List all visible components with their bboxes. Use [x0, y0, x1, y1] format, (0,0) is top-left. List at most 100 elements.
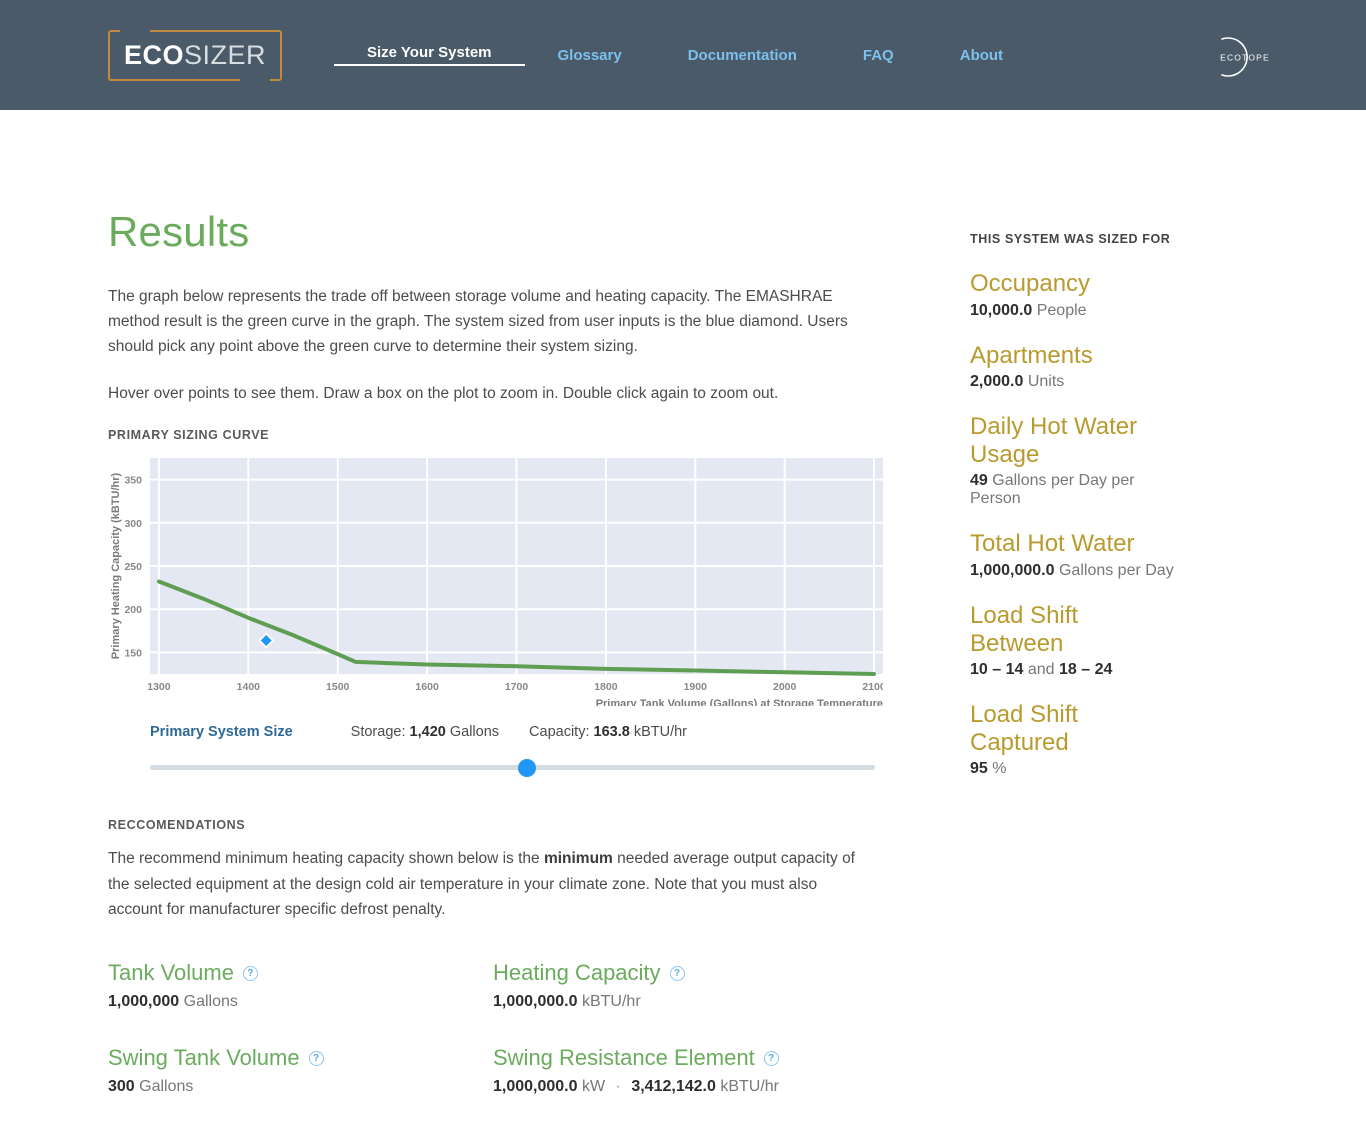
recommendations-grid: Tank Volume ? 1,000,000 Gallons Heating …	[108, 960, 878, 1096]
chart-x-tick-label: 1900	[684, 681, 708, 693]
rec-text-part1: The recommend minimum heating capacity s…	[108, 850, 544, 867]
swing-tank-volume-label: Swing Tank Volume	[108, 1045, 300, 1071]
hint-paragraph: Hover over points to see them. Draw a bo…	[108, 381, 856, 406]
result-value: 1,000,000.0 kW · 3,412,142.0 kBTU/hr	[493, 1078, 878, 1096]
load-shift-range-1: 10 – 14	[970, 661, 1023, 678]
load-shift-captured-unit: %	[992, 760, 1006, 777]
chart-x-tick-label: 1800	[594, 681, 618, 693]
logo-text: ECOSIZER	[124, 40, 266, 71]
result-value: 1,000,000 Gallons	[108, 993, 493, 1011]
result-swing-resistance-element: Swing Resistance Element ? 1,000,000.0 k…	[493, 1045, 878, 1096]
swing-resistance-unit-kw: kW	[582, 1078, 605, 1095]
capacity-value: 163.8	[594, 724, 630, 740]
chart-y-tick-label: 350	[124, 475, 142, 487]
chart-x-tick-label: 2100	[862, 681, 883, 693]
result-tank-volume: Tank Volume ? 1,000,000 Gallons	[108, 960, 493, 1011]
occupancy-unit: People	[1037, 302, 1087, 319]
sidebar-item-title: Occupancy	[970, 270, 1178, 298]
chart-x-tick-label: 1400	[237, 681, 261, 693]
logo-eco-text: ECO	[124, 40, 184, 70]
chart-y-tick-label: 250	[124, 561, 142, 573]
nav-item-glossary[interactable]: Glossary	[525, 47, 655, 64]
sidebar-item-value: 10 – 14 and 18 – 24	[970, 661, 1178, 679]
ecosizer-logo[interactable]: ECOSIZER	[108, 30, 282, 81]
capacity-metric: Capacity: 163.8 kBTU/hr	[529, 724, 687, 740]
primary-sizing-chart[interactable]: 1502002503003501300140015001600170018001…	[108, 456, 883, 706]
swing-resistance-label: Swing Resistance Element	[493, 1045, 755, 1071]
tank-volume-unit: Gallons	[184, 993, 238, 1010]
help-icon[interactable]: ?	[309, 1051, 324, 1066]
chart-x-tick-label: 1700	[505, 681, 529, 693]
load-shift-captured-value: 95	[970, 760, 988, 777]
chart-y-tick-label: 200	[124, 605, 142, 617]
heating-capacity-value: 1,000,000.0	[493, 993, 578, 1010]
result-title: Swing Tank Volume ?	[108, 1045, 493, 1071]
sidebar-heading: THIS SYSTEM WAS SIZED FOR	[970, 232, 1178, 246]
recommendations-label: RECCOMENDATIONS	[108, 818, 878, 832]
sidebar-item-value: 1,000,000.0 Gallons per Day	[970, 562, 1178, 580]
nav-item-faq[interactable]: FAQ	[830, 47, 927, 64]
help-icon[interactable]: ?	[670, 966, 685, 981]
chart-y-axis-label: Primary Heating Capacity (kBTU/hr)	[110, 473, 122, 660]
result-title: Heating Capacity ?	[493, 960, 878, 986]
storage-label: Storage:	[351, 724, 406, 740]
slider-track[interactable]	[150, 765, 875, 770]
swing-resistance-value-kw: 1,000,000.0	[493, 1078, 578, 1095]
storage-metric: Storage: 1,420 Gallons	[351, 724, 499, 740]
heating-capacity-label: Heating Capacity	[493, 960, 661, 986]
result-value: 1,000,000.0 kBTU/hr	[493, 993, 878, 1011]
sidebar-item-title: Total Hot Water	[970, 530, 1178, 558]
help-icon[interactable]: ?	[243, 966, 258, 981]
nav-item-about[interactable]: About	[927, 47, 1036, 64]
system-size-slider[interactable]	[150, 756, 875, 778]
ecotope-logo-svg: ECOTOPE	[1206, 33, 1286, 81]
storage-unit: Gallons	[450, 724, 499, 740]
chart-x-tick-label: 1500	[326, 681, 350, 693]
help-icon[interactable]: ?	[764, 1051, 779, 1066]
sidebar-item-value: 49 Gallons per Day per Person	[970, 472, 1178, 508]
storage-value: 1,420	[410, 724, 446, 740]
result-title: Swing Resistance Element ?	[493, 1045, 878, 1071]
sidebar-item-value: 95 %	[970, 760, 1178, 778]
total-hot-water-unit: Gallons per Day	[1059, 562, 1174, 579]
main-content-column: Results The graph below represents the t…	[108, 110, 878, 1142]
apartments-unit: Units	[1028, 373, 1064, 390]
slider-handle[interactable]	[518, 759, 536, 777]
intro-paragraph: The graph below represents the trade off…	[108, 284, 856, 359]
nav-item-size-your-system[interactable]: Size Your System	[334, 44, 525, 66]
sidebar-item-value: 10,000.0 People	[970, 302, 1178, 320]
top-navigation-bar: ECOSIZER Size Your System Glossary Docum…	[0, 0, 1366, 110]
chart-section-label: PRIMARY SIZING CURVE	[108, 428, 878, 442]
swing-tank-volume-unit: Gallons	[139, 1078, 193, 1095]
sidebar-item-title: Load Shift Between	[970, 602, 1178, 657]
primary-sizing-chart-svg[interactable]: 1502002503003501300140015001600170018001…	[108, 456, 883, 706]
chart-y-tick-label: 150	[124, 648, 142, 660]
sidebar-item-title: Load Shift Captured	[970, 701, 1178, 756]
sidebar-item-title: Daily Hot Water Usage	[970, 413, 1178, 468]
result-title: Tank Volume ?	[108, 960, 493, 986]
main-nav: Size Your System Glossary Documentation …	[334, 44, 1036, 66]
recommendations-paragraph: The recommend minimum heating capacity s…	[108, 846, 856, 921]
value-separator: ·	[610, 1078, 627, 1095]
nav-item-documentation[interactable]: Documentation	[655, 47, 830, 64]
chart-x-tick-label: 2000	[773, 681, 797, 693]
page-body: Results The graph below represents the t…	[0, 110, 1366, 1142]
capacity-label: Capacity:	[529, 724, 589, 740]
ecotope-logo[interactable]: ECOTOPE	[1206, 33, 1286, 81]
primary-system-size-row: Primary System Size Storage: 1,420 Gallo…	[150, 724, 878, 740]
occupancy-value: 10,000.0	[970, 302, 1032, 319]
primary-system-size-label: Primary System Size	[150, 724, 293, 740]
result-heating-capacity: Heating Capacity ? 1,000,000.0 kBTU/hr	[493, 960, 878, 1011]
page-title: Results	[108, 208, 878, 256]
capacity-unit: kBTU/hr	[634, 724, 687, 740]
sidebar-item-value: 2,000.0 Units	[970, 373, 1178, 391]
rec-text-bold: minimum	[544, 850, 613, 867]
load-shift-conjunction: and	[1028, 661, 1055, 678]
chart-x-tick-label: 1600	[415, 681, 439, 693]
sidebar-item-occupancy: Occupancy 10,000.0 People	[970, 270, 1178, 320]
sidebar-item-apartments: Apartments 2,000.0 Units	[970, 342, 1178, 392]
swing-tank-volume-value: 300	[108, 1078, 135, 1095]
load-shift-range-2: 18 – 24	[1059, 661, 1112, 678]
sidebar-item-title: Apartments	[970, 342, 1178, 370]
tank-volume-label: Tank Volume	[108, 960, 234, 986]
